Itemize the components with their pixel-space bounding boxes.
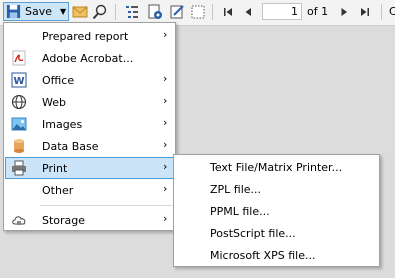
toolbar-divider bbox=[115, 4, 116, 20]
menu-item-label: Prepared report bbox=[42, 30, 129, 43]
image-icon bbox=[11, 117, 27, 131]
menu-item-print[interactable]: Print › bbox=[5, 157, 174, 179]
save-button[interactable]: Save ▼ bbox=[3, 2, 69, 21]
last-page-icon[interactable] bbox=[357, 4, 373, 20]
chevron-down-icon[interactable]: ▼ bbox=[60, 7, 66, 16]
globe-icon bbox=[11, 94, 27, 110]
cloud-icon bbox=[12, 216, 26, 225]
page-number-input[interactable]: 1 bbox=[262, 3, 302, 20]
menu-item-label: Office bbox=[42, 74, 75, 87]
submenu-item-label: PostScript file... bbox=[210, 227, 296, 240]
chevron-right-icon: › bbox=[163, 182, 168, 195]
next-page-icon[interactable] bbox=[336, 4, 352, 20]
search-icon[interactable] bbox=[92, 4, 108, 20]
save-menu: Prepared report › Adobe Acrobat... W Off… bbox=[3, 22, 176, 231]
menu-item-office[interactable]: W Office › bbox=[5, 69, 174, 91]
save-button-label: Save bbox=[25, 5, 53, 18]
menu-item-label: Print bbox=[42, 162, 68, 175]
menu-item-storage[interactable]: Storage › bbox=[5, 209, 174, 231]
svg-text:W: W bbox=[13, 76, 24, 87]
page-count-label: of 1 bbox=[307, 5, 329, 18]
print-submenu: Text File/Matrix Printer... ZPL file... … bbox=[173, 154, 380, 267]
chevron-right-icon: › bbox=[163, 116, 168, 129]
submenu-item-ppml[interactable]: PPML file... bbox=[175, 200, 378, 222]
menu-separator bbox=[40, 205, 172, 206]
menu-item-label: Other bbox=[42, 184, 74, 197]
printer-icon bbox=[12, 160, 26, 176]
menu-item-label: Web bbox=[42, 96, 66, 109]
menu-item-other[interactable]: Other › bbox=[5, 179, 174, 201]
menu-item-label: Adobe Acrobat... bbox=[42, 52, 134, 65]
edit-icon[interactable] bbox=[169, 4, 185, 20]
outline-icon[interactable] bbox=[124, 4, 140, 20]
database-icon bbox=[14, 139, 24, 153]
menu-item-label: Data Base bbox=[42, 140, 99, 153]
chevron-right-icon: › bbox=[163, 138, 168, 151]
chevron-right-icon: › bbox=[163, 94, 168, 107]
submenu-item-postscript[interactable]: PostScript file... bbox=[175, 222, 378, 244]
menu-item-label: Storage bbox=[42, 214, 86, 227]
submenu-item-label: Microsoft XPS file... bbox=[210, 249, 316, 262]
previous-page-icon[interactable] bbox=[240, 4, 256, 20]
full-screen-icon[interactable] bbox=[190, 4, 206, 20]
first-page-icon[interactable] bbox=[220, 4, 236, 20]
submenu-item-zpl[interactable]: ZPL file... bbox=[175, 178, 378, 200]
menu-item-label: Images bbox=[42, 118, 83, 131]
submenu-item-text-file[interactable]: Text File/Matrix Printer... bbox=[175, 156, 378, 178]
toolbar-divider bbox=[212, 4, 213, 20]
menu-item-web[interactable]: Web › bbox=[5, 91, 174, 113]
toolbar-clipped-label[interactable]: C bbox=[389, 5, 395, 18]
toolbar-divider bbox=[381, 4, 382, 20]
email-icon[interactable] bbox=[72, 4, 88, 20]
chevron-right-icon: › bbox=[163, 160, 168, 173]
submenu-item-label: Text File/Matrix Printer... bbox=[210, 161, 343, 174]
menu-item-images[interactable]: Images › bbox=[5, 113, 174, 135]
submenu-item-label: ZPL file... bbox=[210, 183, 262, 196]
menu-item-prepared-report[interactable]: Prepared report › bbox=[5, 25, 174, 47]
page-settings-icon[interactable] bbox=[147, 4, 163, 20]
floppy-disk-icon bbox=[6, 4, 21, 19]
word-icon: W bbox=[11, 72, 27, 88]
submenu-item-xps[interactable]: Microsoft XPS file... bbox=[175, 244, 378, 266]
chevron-right-icon: › bbox=[163, 72, 168, 85]
chevron-right-icon: › bbox=[163, 212, 168, 225]
submenu-item-label: PPML file... bbox=[210, 205, 270, 218]
chevron-right-icon: › bbox=[163, 28, 168, 41]
menu-item-adobe-acrobat[interactable]: Adobe Acrobat... bbox=[5, 47, 174, 69]
menu-item-data-base[interactable]: Data Base › bbox=[5, 135, 174, 157]
pdf-icon bbox=[12, 50, 26, 66]
